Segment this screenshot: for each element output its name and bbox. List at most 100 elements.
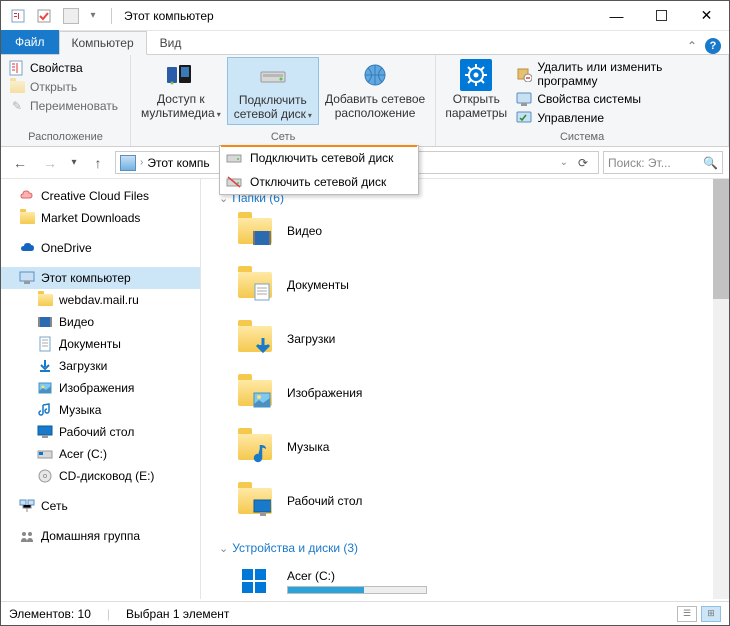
window-controls: — ✕: [594, 1, 729, 30]
status-bar: Элементов: 10 | Выбран 1 элемент ☰ ⊞: [1, 601, 729, 625]
search-input[interactable]: Поиск: Эт... 🔍: [603, 151, 723, 174]
manage-icon: [516, 110, 532, 126]
group-network: Доступ кмультимедиа Подключитьсетевой ди…: [131, 55, 436, 146]
tree-webdav[interactable]: webdav.mail.ru: [1, 289, 200, 311]
uninstall-button[interactable]: Удалить или изменить программу: [514, 59, 722, 89]
refresh-button[interactable]: ⟳: [572, 156, 594, 170]
dropdown-disconnect-item[interactable]: Отключить сетевой диск: [220, 170, 418, 194]
tab-file[interactable]: Файл: [1, 30, 59, 54]
desktop-overlay-icon: [253, 499, 271, 517]
tree-music[interactable]: Музыка: [1, 399, 200, 421]
tree-pictures[interactable]: Изображения: [1, 377, 200, 399]
picture-overlay-icon: [253, 391, 271, 409]
tab-computer[interactable]: Компьютер: [59, 31, 147, 55]
open-settings-button[interactable]: Открытьпараметры: [440, 57, 512, 123]
properties-icon: [9, 60, 25, 76]
item-video[interactable]: Видео: [237, 213, 725, 249]
tree-market[interactable]: Market Downloads: [1, 207, 200, 229]
tree-video[interactable]: Видео: [1, 311, 200, 333]
close-button[interactable]: ✕: [684, 1, 729, 30]
status-count: Элементов: 10: [9, 607, 91, 621]
ccf-icon: [19, 188, 35, 204]
forward-button[interactable]: →: [37, 151, 63, 175]
qat-properties-icon[interactable]: [7, 5, 29, 27]
item-downloads[interactable]: Загрузки: [237, 321, 725, 357]
drive-icon: [37, 446, 53, 462]
group-system-label: Система: [440, 130, 724, 144]
onedrive-icon: [19, 240, 35, 256]
window-title: Этот компьютер: [118, 9, 214, 23]
open-label: Открыть: [30, 80, 77, 94]
item-music[interactable]: Музыка: [237, 429, 725, 465]
network-icon: [19, 498, 35, 514]
group-system: Открытьпараметры Удалить или изменить пр…: [436, 55, 729, 146]
item-acer-drive[interactable]: Acer (C:): [237, 563, 725, 599]
open-button[interactable]: Открыть: [7, 78, 120, 96]
disconnect-drive-icon: [226, 174, 242, 190]
system-properties-button[interactable]: Свойства системы: [514, 90, 722, 108]
tree-documents[interactable]: Документы: [1, 333, 200, 355]
status-selected: Выбран 1 элемент: [126, 607, 229, 621]
recent-dropdown[interactable]: ▾: [67, 151, 81, 175]
tree-acer[interactable]: Acer (C:): [1, 443, 200, 465]
tree-network[interactable]: Сеть: [1, 495, 200, 517]
properties-button[interactable]: Свойства: [7, 59, 120, 77]
music-icon: [37, 402, 53, 418]
qat-checkbox-icon[interactable]: [33, 5, 55, 27]
dropdown-connect-label: Подключить сетевой диск: [250, 151, 393, 165]
minimize-button[interactable]: —: [594, 1, 639, 30]
tree-downloads[interactable]: Загрузки: [1, 355, 200, 377]
media-access-button[interactable]: Доступ кмультимедиа: [135, 57, 227, 123]
item-pictures[interactable]: Изображения: [237, 375, 725, 411]
video-icon: [37, 314, 53, 330]
folder-icon: [37, 292, 53, 308]
manage-label: Управление: [537, 111, 604, 125]
downloads-icon: [37, 358, 53, 374]
open-icon: [9, 79, 25, 95]
address-icon: [120, 155, 136, 171]
dropdown-disconnect-label: Отключить сетевой диск: [250, 175, 386, 189]
item-desktop[interactable]: Рабочий стол: [237, 483, 725, 519]
navigation-tree[interactable]: Creative Cloud Files Market Downloads On…: [1, 179, 201, 599]
search-icon: 🔍: [703, 156, 718, 170]
pc-icon: [19, 270, 35, 286]
highlight-bar: [221, 145, 417, 147]
windows-drive-icon: [237, 563, 273, 599]
folder-icon: [19, 210, 35, 226]
tree-ccf[interactable]: Creative Cloud Files: [1, 185, 200, 207]
group-network-label: Сеть: [135, 130, 431, 144]
view-icons-button[interactable]: ⊞: [701, 606, 721, 622]
dropdown-connect-item[interactable]: Подключить сетевой диск: [220, 146, 418, 170]
content-pane[interactable]: Папки (6) Видео Документы Загрузки Изобр…: [201, 179, 729, 599]
app-icon: [63, 8, 79, 24]
tab-view[interactable]: Вид: [147, 30, 195, 54]
help-icon[interactable]: ?: [705, 38, 721, 54]
add-network-location-button[interactable]: Добавить сетевоерасположение: [319, 57, 431, 123]
scrollbar[interactable]: [713, 179, 729, 599]
uninstall-label: Удалить или изменить программу: [537, 60, 720, 88]
ribbon: Свойства Открыть ✎Переименовать Располож…: [1, 55, 729, 147]
view-details-button[interactable]: ☰: [677, 606, 697, 622]
devices-section-header[interactable]: Устройства и диски (3): [219, 537, 725, 563]
scroll-thumb[interactable]: [713, 179, 729, 299]
back-button[interactable]: ←: [7, 151, 33, 175]
map-drive-dropdown: Подключить сетевой диск Отключить сетево…: [219, 145, 419, 195]
item-documents[interactable]: Документы: [237, 267, 725, 303]
sysprops-label: Свойства системы: [537, 92, 641, 106]
address-text: Этот компь: [147, 156, 209, 170]
documents-icon: [37, 336, 53, 352]
pictures-icon: [37, 380, 53, 396]
tree-desktop[interactable]: Рабочий стол: [1, 421, 200, 443]
up-button[interactable]: ↑: [85, 151, 111, 175]
tree-onedrive[interactable]: OneDrive: [1, 237, 200, 259]
collapse-ribbon-icon[interactable]: ⌃: [687, 39, 697, 53]
map-drive-button[interactable]: Подключитьсетевой диск: [227, 57, 319, 125]
tree-thispc[interactable]: Этот компьютер: [1, 267, 200, 289]
tree-cd[interactable]: CD-дисковод (E:): [1, 465, 200, 487]
rename-button[interactable]: ✎Переименовать: [7, 97, 120, 115]
tree-homegroup[interactable]: Домашняя группа: [1, 525, 200, 547]
manage-button[interactable]: Управление: [514, 109, 722, 127]
qat-dropdown-icon[interactable]: ▾: [87, 5, 99, 27]
maximize-button[interactable]: [639, 1, 684, 30]
download-overlay-icon: [253, 337, 271, 355]
